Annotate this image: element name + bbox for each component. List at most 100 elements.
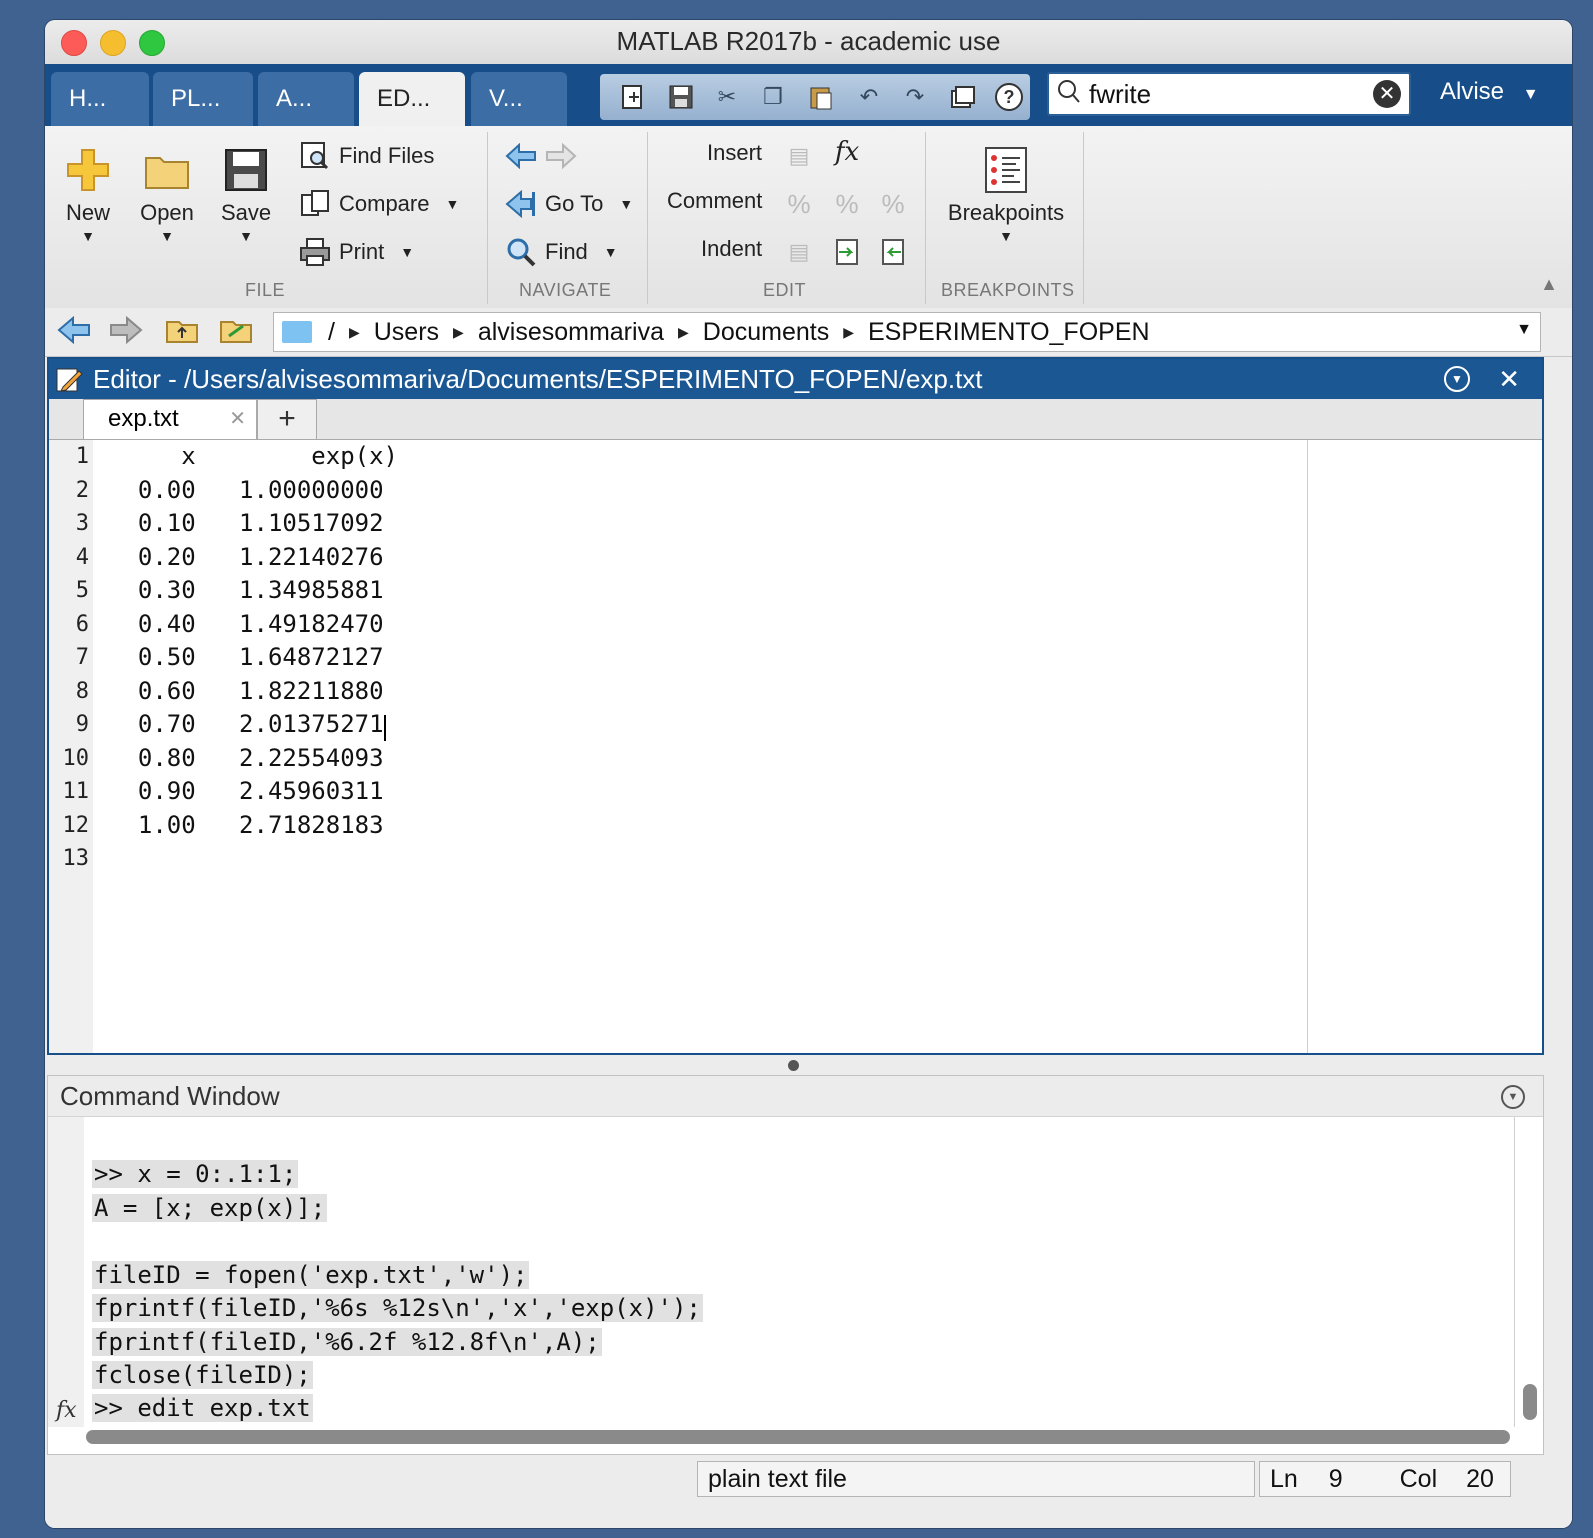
cut-icon[interactable]: ✂ xyxy=(710,80,744,114)
code-line[interactable]: 0.50 1.64872127 xyxy=(109,643,384,671)
insert-section-icon[interactable]: ▤ xyxy=(783,140,815,172)
breadcrumb-users[interactable]: Users xyxy=(374,318,439,347)
tab-apps[interactable]: A... xyxy=(258,72,354,126)
line-number: 6 xyxy=(75,612,89,637)
code-line[interactable]: 0.80 2.22554093 xyxy=(109,744,384,772)
window-title: MATLAB R2017b - academic use xyxy=(616,26,1001,56)
code-line[interactable]: 0.60 1.82211880 xyxy=(109,677,384,705)
indent-button[interactable]: Indent xyxy=(701,236,762,262)
folder-icon xyxy=(137,140,197,200)
status-bar: plain text file Ln 9 Col 20 xyxy=(45,1455,1572,1528)
command-line[interactable]: fprintf(fileID,'%6.2f %12.8f\n',A); xyxy=(92,1328,602,1356)
compare-button[interactable]: Compare ▼ xyxy=(299,188,459,220)
copy-icon[interactable]: ❐ xyxy=(756,80,790,114)
print-button[interactable]: Print ▼ xyxy=(299,236,414,268)
code-line[interactable]: 0.70 2.01375271 xyxy=(109,710,384,738)
command-line[interactable]: fclose(fileID); xyxy=(92,1361,313,1389)
path-breadcrumb[interactable]: / ▶ Users ▶ alvisesommariva ▶ Documents … xyxy=(273,312,1541,352)
go-to-button[interactable]: Go To ▼ xyxy=(505,188,633,220)
chevron-right-icon: ▶ xyxy=(843,323,854,340)
tab-exp-txt[interactable]: exp.txt ✕ xyxy=(83,399,257,439)
editor-ribbon: New ▼ Open ▼ Save ▼ Find Files Compare ▼… xyxy=(45,126,1572,309)
command-line[interactable]: fprintf(fileID,'%6s %12s\n','x','exp(x)'… xyxy=(92,1294,703,1322)
new-button[interactable]: New ▼ xyxy=(63,140,113,244)
undo-icon[interactable]: ↶ xyxy=(852,80,886,114)
up-folder-icon[interactable] xyxy=(165,316,199,351)
code-line[interactable]: x exp(x) xyxy=(109,442,398,470)
toolstrip-tabs: H... PL... A... ED... V... ✂ ❐ ↶ ↷ ? fwr… xyxy=(45,64,1572,126)
code-line[interactable]: 0.40 1.49182470 xyxy=(109,610,384,638)
close-editor-icon[interactable]: ✕ xyxy=(1498,359,1520,399)
tab-home[interactable]: H... xyxy=(51,72,149,126)
horizontal-scrollbar[interactable] xyxy=(86,1430,1510,1444)
code-line[interactable]: 0.90 2.45960311 xyxy=(109,777,384,805)
redo-icon[interactable]: ↷ xyxy=(898,80,932,114)
caret-down-icon: ▼ xyxy=(1522,86,1539,103)
breadcrumb-esperimento-fopen[interactable]: ESPERIMENTO_FOPEN xyxy=(868,318,1150,347)
breadcrumb-alvisesommariva[interactable]: alvisesommariva xyxy=(478,318,664,347)
command-window: Command Window ▼ >> x = 0:.1:1; A = [x; … xyxy=(47,1075,1544,1455)
editor-actions-icon[interactable]: ▼ xyxy=(1444,366,1470,392)
switch-windows-icon[interactable] xyxy=(946,80,980,114)
forward-arrow-icon[interactable] xyxy=(545,140,577,172)
folder-icon xyxy=(282,321,312,343)
chevron-down-icon[interactable]: ▼ xyxy=(1516,321,1532,339)
breakpoints-button[interactable]: Breakpoints ▼ xyxy=(941,140,1071,244)
search-input[interactable]: fwrite xyxy=(1089,79,1151,110)
chevron-down-icon: ▼ xyxy=(999,228,1013,244)
function-browser-icon[interactable]: fx xyxy=(56,1398,77,1423)
documentation-search[interactable]: fwrite ✕ xyxy=(1047,72,1411,116)
code-line[interactable]: 0.30 1.34985881 xyxy=(109,576,384,604)
new-tab-button[interactable]: + xyxy=(257,399,317,439)
command-line[interactable]: >> x = 0:.1:1; xyxy=(92,1160,299,1188)
help-icon[interactable]: ? xyxy=(992,80,1026,114)
editor-tab-bar: exp.txt ✕ + xyxy=(49,399,1542,440)
browse-folder-icon[interactable] xyxy=(219,316,253,351)
plus-icon xyxy=(63,140,113,200)
panel-splitter[interactable] xyxy=(45,1055,1572,1075)
find-button[interactable]: Find ▼ xyxy=(505,236,618,268)
user-menu[interactable]: Alvise ▼ xyxy=(1440,78,1539,106)
tab-editor[interactable]: ED... xyxy=(359,72,465,126)
breadcrumb-root[interactable]: / xyxy=(328,318,335,347)
save-icon[interactable] xyxy=(664,80,698,114)
folder-forward-icon[interactable] xyxy=(109,315,143,351)
line-number: 7 xyxy=(75,645,89,670)
command-window-actions-icon[interactable]: ▼ xyxy=(1501,1085,1525,1109)
comment-percent-icon[interactable]: % xyxy=(783,188,815,220)
back-arrow-icon[interactable] xyxy=(505,140,537,172)
code-line[interactable]: 1.00 2.71828183 xyxy=(109,811,384,839)
command-line[interactable]: fileID = fopen('exp.txt','w'); xyxy=(92,1261,530,1289)
new-script-icon[interactable] xyxy=(616,80,650,114)
command-line[interactable]: A = [x; exp(x)]; xyxy=(92,1194,328,1222)
current-code-line[interactable]: 0.70 2.01375271 xyxy=(49,710,386,741)
code-line[interactable]: 0.10 1.10517092 xyxy=(109,509,384,537)
tab-plots[interactable]: PL... xyxy=(153,72,253,126)
uncomment-percent-icon[interactable]: % xyxy=(831,188,863,220)
save-button[interactable]: Save ▼ xyxy=(221,140,271,244)
paste-icon[interactable] xyxy=(804,80,838,114)
close-tab-icon[interactable]: ✕ xyxy=(229,400,246,438)
vertical-scrollbar[interactable] xyxy=(1523,1384,1537,1420)
comment-button[interactable]: Comment xyxy=(667,188,762,214)
code-line[interactable]: 0.00 1.00000000 xyxy=(109,476,384,504)
code-line[interactable]: 0.20 1.22140276 xyxy=(109,543,384,571)
breadcrumb-documents[interactable]: Documents xyxy=(703,318,829,347)
command-prompt-line[interactable]: >> edit exp.txt xyxy=(92,1394,313,1422)
printer-icon xyxy=(299,236,331,268)
decrease-indent-icon[interactable] xyxy=(877,236,909,268)
section-navigate-label: NAVIGATE xyxy=(519,280,612,300)
find-files-button[interactable]: Find Files xyxy=(299,140,434,172)
smart-indent-icon[interactable]: ▤ xyxy=(783,236,815,268)
clear-search-icon[interactable]: ✕ xyxy=(1373,80,1401,108)
collapse-toolstrip-icon[interactable]: ▲ xyxy=(1540,274,1558,295)
chevron-down-icon: ▼ xyxy=(445,196,460,212)
wrap-comments-icon[interactable]: % xyxy=(877,188,909,220)
tab-view[interactable]: V... xyxy=(471,72,567,126)
folder-back-icon[interactable] xyxy=(57,315,91,351)
insert-function-icon[interactable]: fx xyxy=(831,136,863,168)
insert-button[interactable]: Insert xyxy=(707,140,762,166)
back-forward-nav xyxy=(505,140,577,172)
increase-indent-icon[interactable] xyxy=(831,236,863,268)
open-button[interactable]: Open ▼ xyxy=(137,140,197,244)
